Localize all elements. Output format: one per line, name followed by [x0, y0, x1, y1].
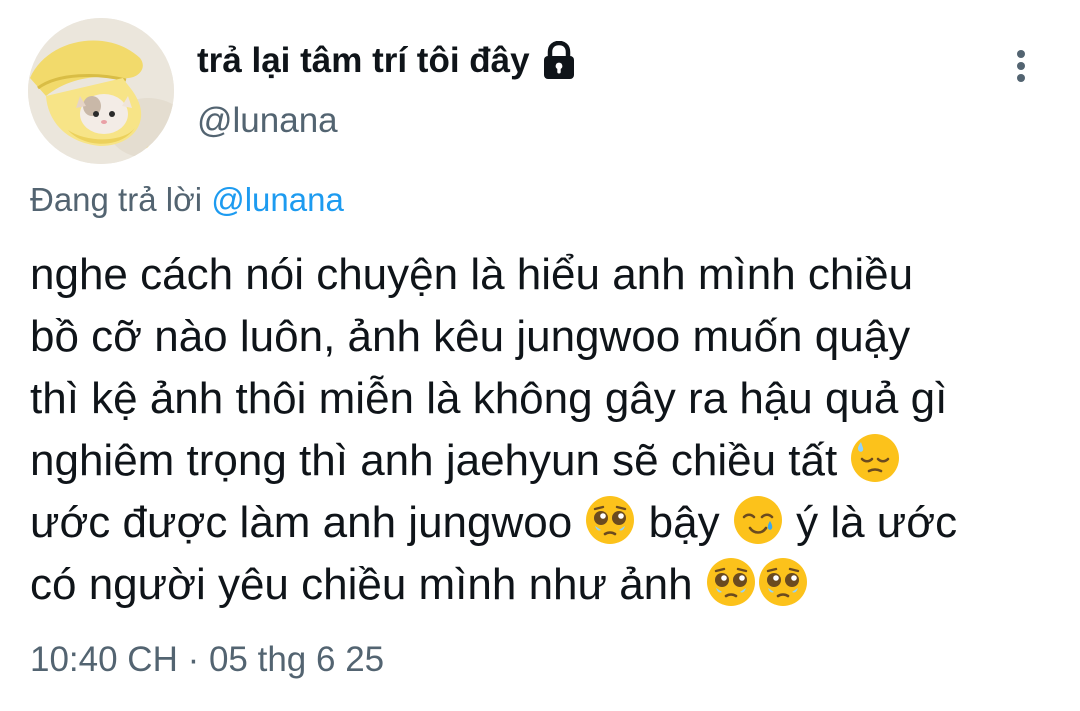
smiling-face-with-tear-icon	[733, 496, 782, 544]
replying-to-prefix: Đang trả lời	[30, 181, 203, 218]
tweet-line-text: có người yêu chiều mình như ảnh	[30, 560, 693, 609]
more-options-icon[interactable]	[1004, 46, 1038, 86]
tweet-text: nghe cách nói chuyện là hiểu anh mình ch…	[30, 244, 1060, 616]
tweet-timestamp[interactable]: 10:40 CH · 05 thg 6 25	[30, 638, 384, 682]
avatar[interactable]	[28, 18, 174, 164]
tweet-line-text: bậy	[648, 498, 720, 547]
replying-to-mention[interactable]: @lunana	[211, 181, 344, 218]
replying-to: Đang trả lời @lunana	[30, 178, 344, 222]
tweet-line: thì kệ ảnh thôi miễn là không gây ra hậu…	[30, 374, 948, 423]
pleading-face-icon	[758, 558, 807, 606]
author-handle[interactable]: @lunana	[197, 100, 338, 142]
pleading-face-icon	[706, 558, 755, 606]
tweet-line-text: nghiêm trọng thì anh jaehyun sẽ chiều tấ…	[30, 436, 838, 485]
tweet-line: có người yêu chiều mình như ảnh	[30, 554, 1060, 616]
tweet-line-text: ý là ước	[796, 498, 958, 547]
author-name-row[interactable]: trả lại tâm trí tôi đây	[197, 40, 578, 82]
tweet-line: bồ cỡ nào luôn, ảnh kêu jungwoo muốn quậ…	[30, 312, 911, 361]
lock-icon	[540, 40, 578, 81]
tweet-line: nghe cách nói chuyện là hiểu anh mình ch…	[30, 250, 914, 299]
pleading-face-icon	[586, 496, 635, 544]
downcast-face-with-sweat-icon	[851, 434, 900, 482]
cat-in-banana-avatar-icon	[28, 18, 174, 164]
author-display-name[interactable]: trả lại tâm trí tôi đây	[197, 40, 530, 82]
tweet-line-text: ước được làm anh jungwoo	[30, 498, 573, 547]
tweet-line: ước được làm anh jungwoo bậy ý là ước	[30, 492, 1060, 554]
tweet-line: nghiêm trọng thì anh jaehyun sẽ chiều tấ…	[30, 430, 1060, 492]
